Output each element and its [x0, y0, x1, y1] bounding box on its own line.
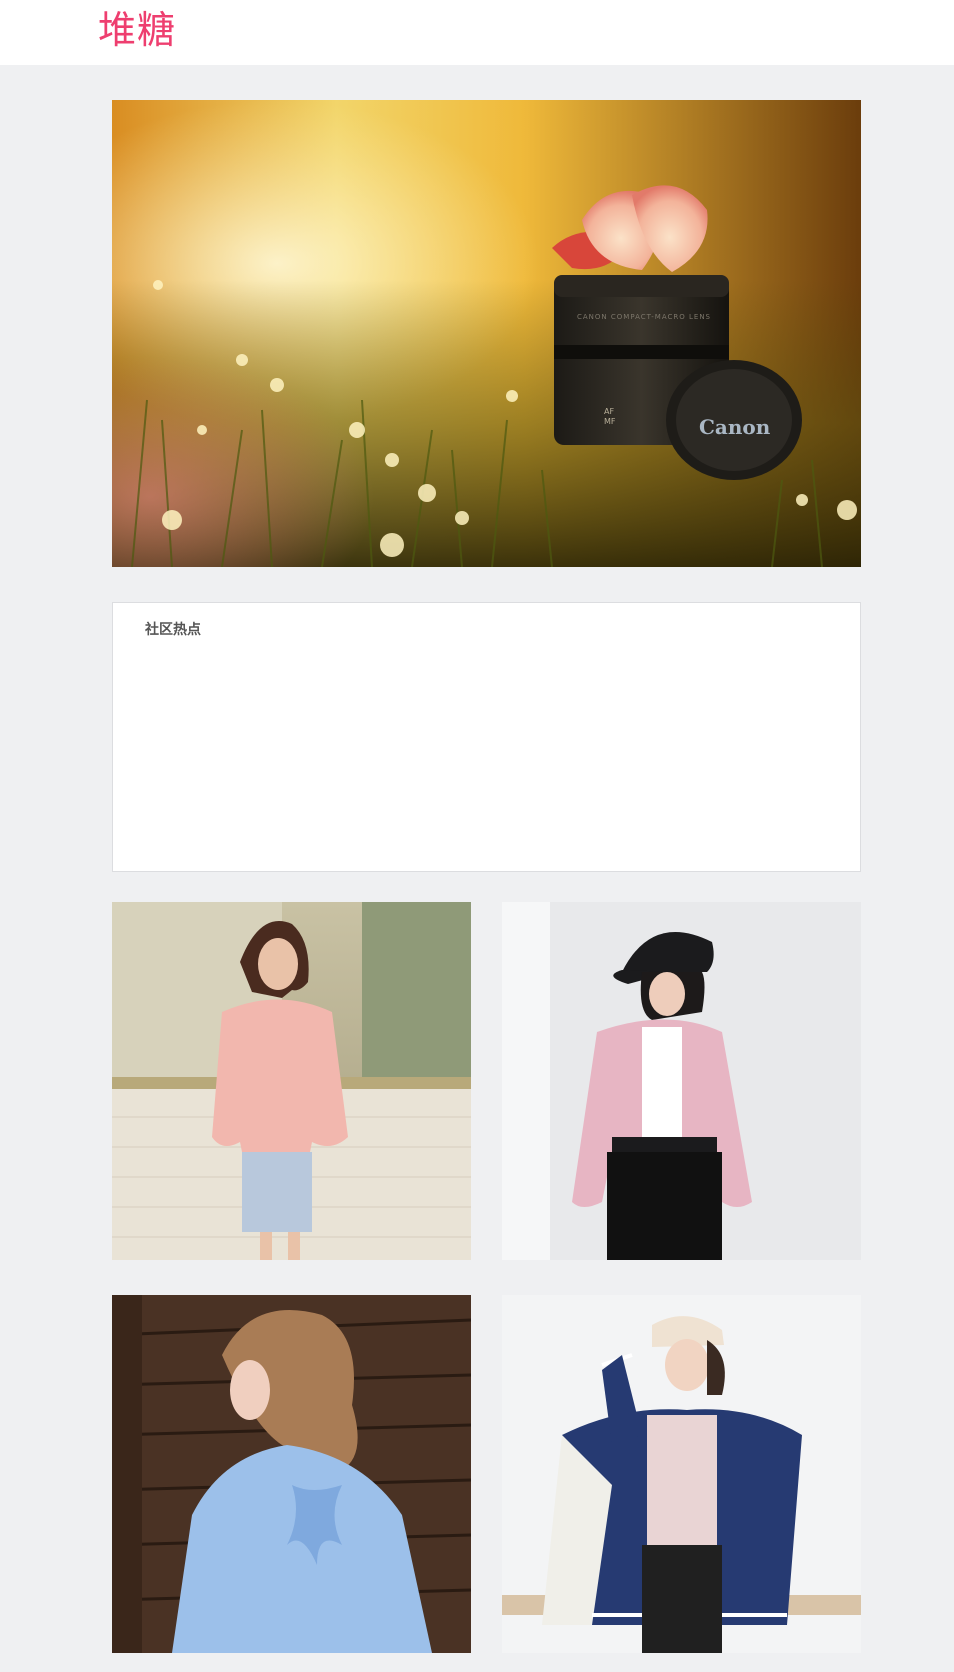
lens-cap-brand: Canon — [699, 415, 771, 439]
site-logo[interactable]: 堆糖 — [98, 6, 176, 54]
photo-tile[interactable] — [502, 1295, 861, 1653]
photo-tile[interactable] — [502, 902, 861, 1260]
hero-banner-image[interactable]: CANON COMPACT-MACRO LENS AF MF Canon — [112, 100, 861, 567]
section-title: 社区热点 — [145, 622, 201, 638]
community-hot-panel: 社区热点 — [112, 602, 861, 872]
photo-tile[interactable] — [112, 1295, 471, 1653]
photo-tile[interactable] — [112, 902, 471, 1260]
lens-switch-af: AF — [604, 407, 614, 416]
top-header: 堆糖 — [0, 0, 954, 65]
lens-ring-text: CANON COMPACT-MACRO LENS — [577, 313, 711, 321]
lens-switch-mf: MF — [604, 417, 616, 426]
